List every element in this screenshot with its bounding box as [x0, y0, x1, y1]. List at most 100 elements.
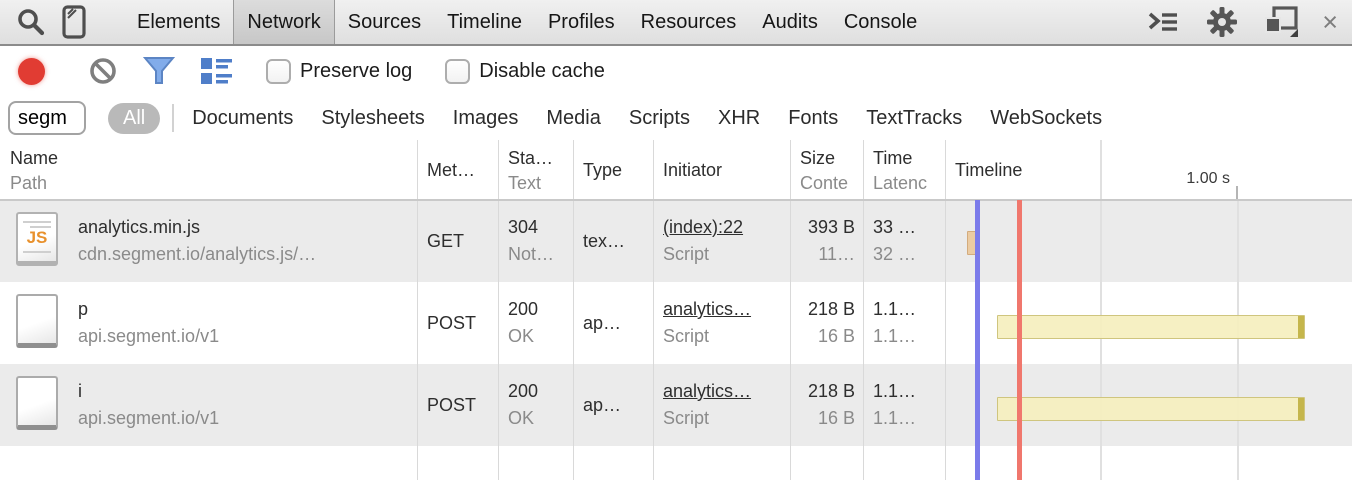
cell-method: POST: [417, 364, 498, 446]
cell-method: POST: [417, 282, 498, 364]
column-header-type[interactable]: Type: [573, 140, 653, 200]
cell-time: 1.1… 1.1…: [863, 282, 945, 364]
cell-method: GET: [417, 200, 498, 282]
cell-name: i api.segment.io/v1: [0, 364, 417, 446]
tab-audits[interactable]: Audits: [749, 0, 831, 44]
filter-type-stylesheets[interactable]: Stylesheets: [307, 107, 438, 130]
timeline-bar-tip: [1298, 398, 1304, 420]
column-separator[interactable]: [790, 140, 791, 480]
request-path: api.segment.io/v1: [78, 323, 417, 350]
timeline-bar-i[interactable]: [997, 397, 1305, 421]
column-header-method[interactable]: Met…: [417, 140, 498, 200]
resource-filter-bar: All Documents Stylesheets Images Media S…: [0, 96, 1352, 140]
header-name-label: Name: [10, 146, 417, 171]
column-separator[interactable]: [945, 140, 946, 480]
cell-type: tex…: [573, 200, 653, 282]
cell-status: 200 OK: [498, 282, 573, 364]
filter-funnel-icon[interactable]: [143, 57, 175, 85]
tabbar-right-controls: ×: [1138, 0, 1342, 44]
disable-cache-control: Disable cache: [445, 59, 605, 84]
request-name: analytics.min.js: [78, 214, 417, 241]
disable-cache-checkbox[interactable]: [445, 59, 470, 84]
filter-type-texttracks[interactable]: TextTracks: [852, 107, 976, 130]
tab-console[interactable]: Console: [831, 0, 930, 44]
cell-status: 200 OK: [498, 364, 573, 446]
header-bottom-border: [0, 199, 1352, 201]
network-request-table: Name Path Met… Sta… Text Type Initiator …: [0, 140, 1352, 480]
filter-type-websockets[interactable]: WebSockets: [976, 107, 1116, 130]
tab-timeline[interactable]: Timeline: [434, 0, 535, 44]
filter-type-media[interactable]: Media: [532, 107, 614, 130]
cell-status: 304 Not…: [498, 200, 573, 282]
load-event-marker: [1017, 200, 1022, 480]
console-drawer-icon[interactable]: [1138, 0, 1188, 44]
preserve-log-checkbox[interactable]: [266, 59, 291, 84]
initiator-link[interactable]: analytics…: [663, 378, 790, 405]
column-separator[interactable]: [573, 140, 574, 480]
initiator-link[interactable]: analytics…: [663, 296, 790, 323]
tab-sources[interactable]: Sources: [335, 0, 434, 44]
column-separator[interactable]: [863, 140, 864, 480]
disable-cache-label: Disable cache: [479, 60, 605, 83]
header-path-label: Path: [10, 171, 417, 196]
tab-profiles[interactable]: Profiles: [535, 0, 628, 44]
preserve-log-control: Preserve log: [266, 59, 412, 84]
dom-content-loaded-marker: [975, 200, 980, 480]
cell-size: 218 B 16 B: [790, 282, 863, 364]
cell-name: analytics.min.js cdn.segment.io/analytic…: [0, 200, 417, 282]
filter-type-all[interactable]: All: [108, 103, 160, 134]
resource-rows-icon[interactable]: [201, 58, 233, 85]
preserve-log-label: Preserve log: [300, 60, 412, 83]
cell-time: 1.1… 1.1…: [863, 364, 945, 446]
column-separator[interactable]: [653, 140, 654, 480]
record-button[interactable]: [18, 58, 45, 85]
timeline-gridline: [1237, 200, 1239, 480]
timeline-tick-label: 1.00 s: [1110, 170, 1230, 188]
filter-divider: [172, 104, 174, 132]
cell-initiator: analytics… Script: [653, 364, 790, 446]
filter-text-input[interactable]: [8, 101, 86, 135]
timeline-bar-tip: [1298, 316, 1304, 338]
column-separator[interactable]: [498, 140, 499, 480]
column-separator[interactable]: [417, 140, 418, 480]
column-header-time[interactable]: Time Latenc: [863, 140, 945, 200]
cell-size: 393 B 11…: [790, 200, 863, 282]
devtools-tabbar: Elements Network Sources Timeline Profil…: [0, 0, 1352, 46]
close-icon[interactable]: ×: [1318, 0, 1342, 44]
column-header-size[interactable]: Size Conte: [790, 140, 863, 200]
search-icon[interactable]: [8, 0, 54, 44]
filter-type-images[interactable]: Images: [439, 107, 533, 130]
request-name: p: [78, 296, 417, 323]
panel-tabs: Elements Network Sources Timeline Profil…: [124, 0, 930, 44]
cell-name: p api.segment.io/v1: [0, 282, 417, 364]
cell-time: 33 … 32 …: [863, 200, 945, 282]
cell-type: ap…: [573, 364, 653, 446]
filter-type-fonts[interactable]: Fonts: [774, 107, 852, 130]
table-row-analytics[interactable]: JS analytics.min.js cdn.segment.io/analy…: [0, 200, 1352, 282]
timeline-bar-p[interactable]: [997, 315, 1305, 339]
column-header-timeline[interactable]: Timeline: [945, 140, 1105, 200]
dock-window-icon[interactable]: [1256, 0, 1308, 44]
tab-network[interactable]: Network: [233, 0, 334, 44]
column-header-name[interactable]: Name Path: [0, 140, 417, 200]
request-path: api.segment.io/v1: [78, 405, 417, 432]
tab-elements[interactable]: Elements: [124, 0, 233, 44]
filter-type-documents[interactable]: Documents: [178, 107, 307, 130]
cell-initiator: analytics… Script: [653, 282, 790, 364]
cell-initiator: (index):22 Script: [653, 200, 790, 282]
tab-resources[interactable]: Resources: [628, 0, 750, 44]
clear-block-icon[interactable]: [88, 56, 118, 86]
cell-size: 218 B 16 B: [790, 364, 863, 446]
network-toolbar: Preserve log Disable cache: [0, 46, 1352, 96]
timeline-gridline: [1100, 140, 1102, 480]
filter-type-scripts[interactable]: Scripts: [615, 107, 704, 130]
initiator-link[interactable]: (index):22: [663, 214, 790, 241]
column-header-status[interactable]: Sta… Text: [498, 140, 573, 200]
device-mode-icon[interactable]: [54, 0, 94, 44]
request-name: i: [78, 378, 417, 405]
cell-type: ap…: [573, 282, 653, 364]
settings-gear-icon[interactable]: [1198, 0, 1246, 44]
request-path: cdn.segment.io/analytics.js/…: [78, 241, 417, 268]
column-header-initiator[interactable]: Initiator: [653, 140, 790, 200]
filter-type-xhr[interactable]: XHR: [704, 107, 774, 130]
